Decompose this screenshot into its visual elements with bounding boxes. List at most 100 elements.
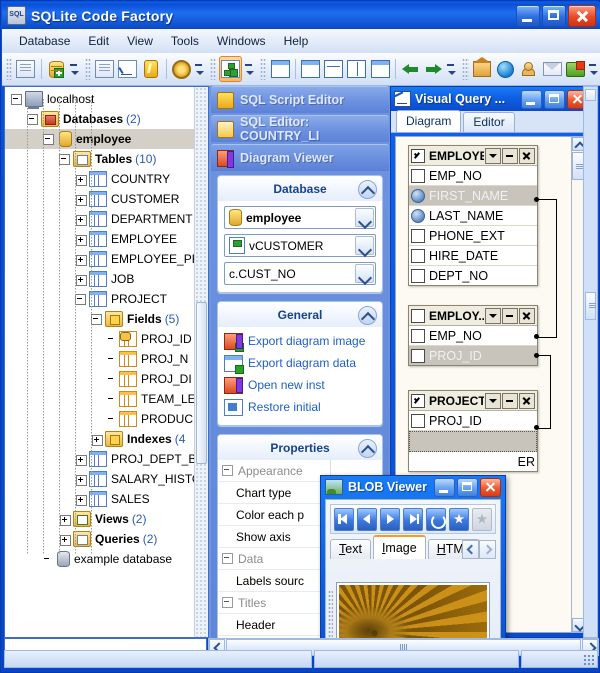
collapse-icon[interactable] <box>91 313 102 325</box>
export-diagram-image-link[interactable]: Export diagram image <box>224 330 376 352</box>
chevron-down-icon[interactable] <box>355 236 374 255</box>
menu-item-help[interactable]: Help <box>275 31 318 51</box>
query-field-row[interactable]: ER <box>409 452 537 471</box>
visual-query-button[interactable] <box>117 57 138 81</box>
chevron-up-icon[interactable] <box>358 180 377 199</box>
query-field-row[interactable]: HIRE_DATE <box>409 246 537 266</box>
collapse-icon[interactable] <box>75 293 86 305</box>
tab-editor[interactable]: Editor <box>463 112 515 132</box>
query-field-row[interactable]: LAST_NAME <box>409 206 537 226</box>
query-table-employee[interactable]: EMPLOYEE EMP_NO FIRST_NAME LAST_NAME PHO… <box>408 145 538 286</box>
chevron-down-icon[interactable] <box>355 208 374 227</box>
forward-button[interactable] <box>423 57 444 81</box>
first-record-button[interactable] <box>334 507 354 531</box>
close-button[interactable] <box>519 147 535 164</box>
tree-node-proj-dept-bu[interactable]: PROJ_DEPT_BU <box>5 449 205 469</box>
expand-icon[interactable] <box>76 234 87 246</box>
tab-image[interactable]: Image <box>372 535 426 559</box>
tree-node-localhost[interactable]: localhost <box>5 89 203 109</box>
query-field-row[interactable]: PHONE_EXT <box>409 226 537 246</box>
chevron-up-icon[interactable] <box>358 439 377 458</box>
collapse-icon[interactable] <box>27 113 38 125</box>
query-table-header[interactable]: EMPLOYEE <box>409 146 537 166</box>
tree-node-employee[interactable]: employee <box>5 129 203 149</box>
tree-node-proj-n[interactable]: PROJ_N <box>5 349 203 369</box>
tree-node-salary-histor[interactable]: SALARY_HISTOR <box>5 469 208 489</box>
collapse-icon[interactable] <box>222 597 233 608</box>
table-checkbox[interactable] <box>411 393 425 408</box>
query-field-row[interactable]: PROJ_ID <box>409 346 537 365</box>
tab-scroll-left-icon[interactable] <box>462 540 479 559</box>
tree-node-job[interactable]: JOB <box>5 269 203 289</box>
feedback-button[interactable] <box>565 57 586 81</box>
menu-item-windows[interactable]: Windows <box>208 31 275 51</box>
query-table-header[interactable]: EMPLOY... <box>409 306 537 326</box>
diagram-viewer-button[interactable] <box>219 56 243 82</box>
prev-record-button[interactable] <box>357 507 377 531</box>
tab-diagram[interactable]: Diagram <box>396 110 462 132</box>
execute-script-button[interactable] <box>140 57 161 81</box>
field-checkbox[interactable] <box>411 413 425 428</box>
home-page-button[interactable] <box>472 57 493 81</box>
tree-node-tables[interactable]: Tables (10) <box>5 149 203 169</box>
minimize-button[interactable] <box>502 307 518 324</box>
tree-node-project[interactable]: PROJECT <box>5 289 203 309</box>
clear-button[interactable] <box>472 507 492 531</box>
expand-icon[interactable] <box>76 254 87 266</box>
maximize-button[interactable] <box>544 90 565 109</box>
menu-item-view[interactable]: View <box>118 31 162 51</box>
tree-node-proj-di[interactable]: PROJ_DI <box>5 369 203 389</box>
tree-node-indexes[interactable]: Indexes (4 <box>5 429 203 449</box>
tree-node-country[interactable]: COUNTRY <box>5 169 203 189</box>
back-button[interactable] <box>400 57 421 81</box>
database-select[interactable]: employee <box>224 206 376 229</box>
field-select[interactable]: c.CUST_NO <box>224 262 376 285</box>
query-table-header[interactable]: PROJECT <box>409 391 537 411</box>
tree-node-queries[interactable]: Queries (2) <box>5 529 203 549</box>
menu-item-database[interactable]: Database <box>10 31 79 51</box>
tab-sql-script-editor[interactable]: SQL Script Editor <box>211 86 389 113</box>
query-field-row[interactable]: DEPT_NO <box>409 266 537 285</box>
minimize-button[interactable] <box>521 90 542 109</box>
tab-text[interactable]: TTextext <box>330 539 371 559</box>
minimize-button[interactable] <box>502 147 518 164</box>
chevron-down-icon[interactable] <box>355 264 374 283</box>
workspace-vertical-scrollbar[interactable] <box>583 86 598 638</box>
close-button[interactable] <box>568 5 596 27</box>
tree-node-customer[interactable]: CUSTOMER <box>5 189 203 209</box>
field-checkbox[interactable] <box>411 248 425 263</box>
dropdown-button[interactable] <box>485 392 501 409</box>
blob-image-container[interactable] <box>336 582 490 638</box>
collapse-icon[interactable] <box>43 133 54 145</box>
tree-node-department[interactable]: DEPARTMENT <box>5 209 203 229</box>
query-field-row[interactable]: EMP_NO <box>409 166 537 186</box>
query-field-row[interactable]: EMP_NO <box>409 326 537 346</box>
tree-node-sales[interactable]: SALES <box>5 489 203 509</box>
next-record-button[interactable] <box>380 507 400 531</box>
expand-icon[interactable] <box>92 434 103 446</box>
field-checkbox[interactable] <box>411 328 425 343</box>
collapse-icon[interactable] <box>222 553 233 564</box>
tab-sql-editor-country[interactable]: SQL Editor: COUNTRY_LI <box>211 115 389 143</box>
close-all-windows-button[interactable] <box>370 57 391 81</box>
open-new-instance-link[interactable]: Open new inst <box>224 374 376 396</box>
support-mail-button[interactable] <box>541 57 562 81</box>
minimize-button[interactable] <box>434 478 455 497</box>
toolbar-grip[interactable] <box>6 58 13 80</box>
chevron-up-icon[interactable] <box>358 306 377 325</box>
object-select[interactable]: vCUSTOMER <box>224 234 376 257</box>
tree-node-fields[interactable]: Fields (5) <box>5 309 203 329</box>
refresh-button[interactable] <box>426 507 446 531</box>
menu-item-tools[interactable]: Tools <box>162 31 208 51</box>
maximize-button[interactable] <box>457 478 478 497</box>
tree-scroll-thumb[interactable] <box>196 302 207 464</box>
query-table-employee-project[interactable]: EMPLOY... EMP_NO PROJ_ID <box>408 305 538 366</box>
collapse-icon[interactable] <box>11 93 22 105</box>
restore-initial-link[interactable]: Restore initial <box>224 396 376 418</box>
cascade-windows-button[interactable] <box>300 57 321 81</box>
query-field-row[interactable] <box>409 431 537 452</box>
toolbar-overflow-button[interactable] <box>588 58 598 80</box>
collapse-icon[interactable] <box>59 153 70 165</box>
expand-icon[interactable] <box>60 514 71 526</box>
field-checkbox[interactable] <box>411 228 425 243</box>
